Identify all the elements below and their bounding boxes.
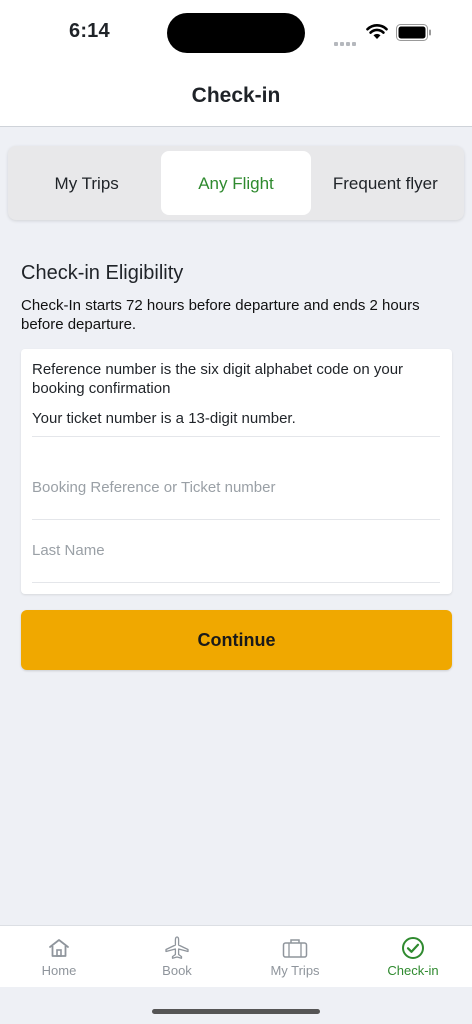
briefcase-icon: [282, 936, 308, 960]
tab-book[interactable]: Book: [118, 926, 236, 987]
wifi-icon: [366, 23, 388, 45]
home-indicator-area: [0, 987, 472, 1024]
input-underline: [32, 582, 440, 583]
segment-label: Frequent flyer: [332, 173, 438, 193]
bottom-tab-bar: Home Book My Trips Check-in: [0, 925, 472, 987]
status-bar: 6:14: [0, 0, 472, 64]
battery-icon: [396, 24, 432, 46]
checkin-type-segmented-control: My Trips Any Flight Frequent flyer: [8, 146, 464, 220]
home-indicator[interactable]: [152, 1009, 320, 1014]
segment-label: Any Flight: [198, 173, 274, 193]
page-title: Check-in: [191, 84, 281, 107]
tab-label: My Trips: [270, 963, 320, 978]
checkin-form-card: Reference number is the six digit alphab…: [21, 349, 452, 594]
tab-label: Book: [162, 963, 192, 978]
home-icon: [48, 936, 70, 960]
check-circle-icon: [401, 936, 425, 960]
segment-my-trips[interactable]: My Trips: [12, 151, 161, 215]
tab-label: Home: [41, 963, 77, 978]
dynamic-island: [167, 13, 305, 53]
segment-label: My Trips: [54, 173, 119, 193]
continue-button[interactable]: Continue: [21, 610, 452, 670]
nav-bar: Check-in: [0, 64, 472, 127]
divider: [32, 436, 440, 437]
booking-reference-input[interactable]: [32, 472, 440, 502]
eligibility-title: Check-in Eligibility: [21, 262, 184, 284]
segment-any-flight[interactable]: Any Flight: [161, 151, 311, 215]
input-underline: [32, 519, 440, 520]
tab-home[interactable]: Home: [0, 926, 118, 987]
status-time: 6:14: [69, 20, 110, 42]
tab-check-in[interactable]: Check-in: [354, 926, 472, 987]
airplane-icon: [164, 936, 190, 960]
ticket-info-text: Your ticket number is a 13-digit number.: [32, 410, 296, 427]
last-name-input[interactable]: [32, 535, 440, 565]
tab-my-trips[interactable]: My Trips: [236, 926, 354, 987]
tab-label: Check-in: [387, 963, 439, 978]
signal-icon: [334, 34, 358, 52]
reference-info-text: Reference number is the six digit alphab…: [32, 361, 404, 397]
segment-frequent-flyer[interactable]: Frequent flyer: [311, 151, 460, 215]
eligibility-description: Check-In starts 72 hours before departur…: [21, 297, 420, 333]
